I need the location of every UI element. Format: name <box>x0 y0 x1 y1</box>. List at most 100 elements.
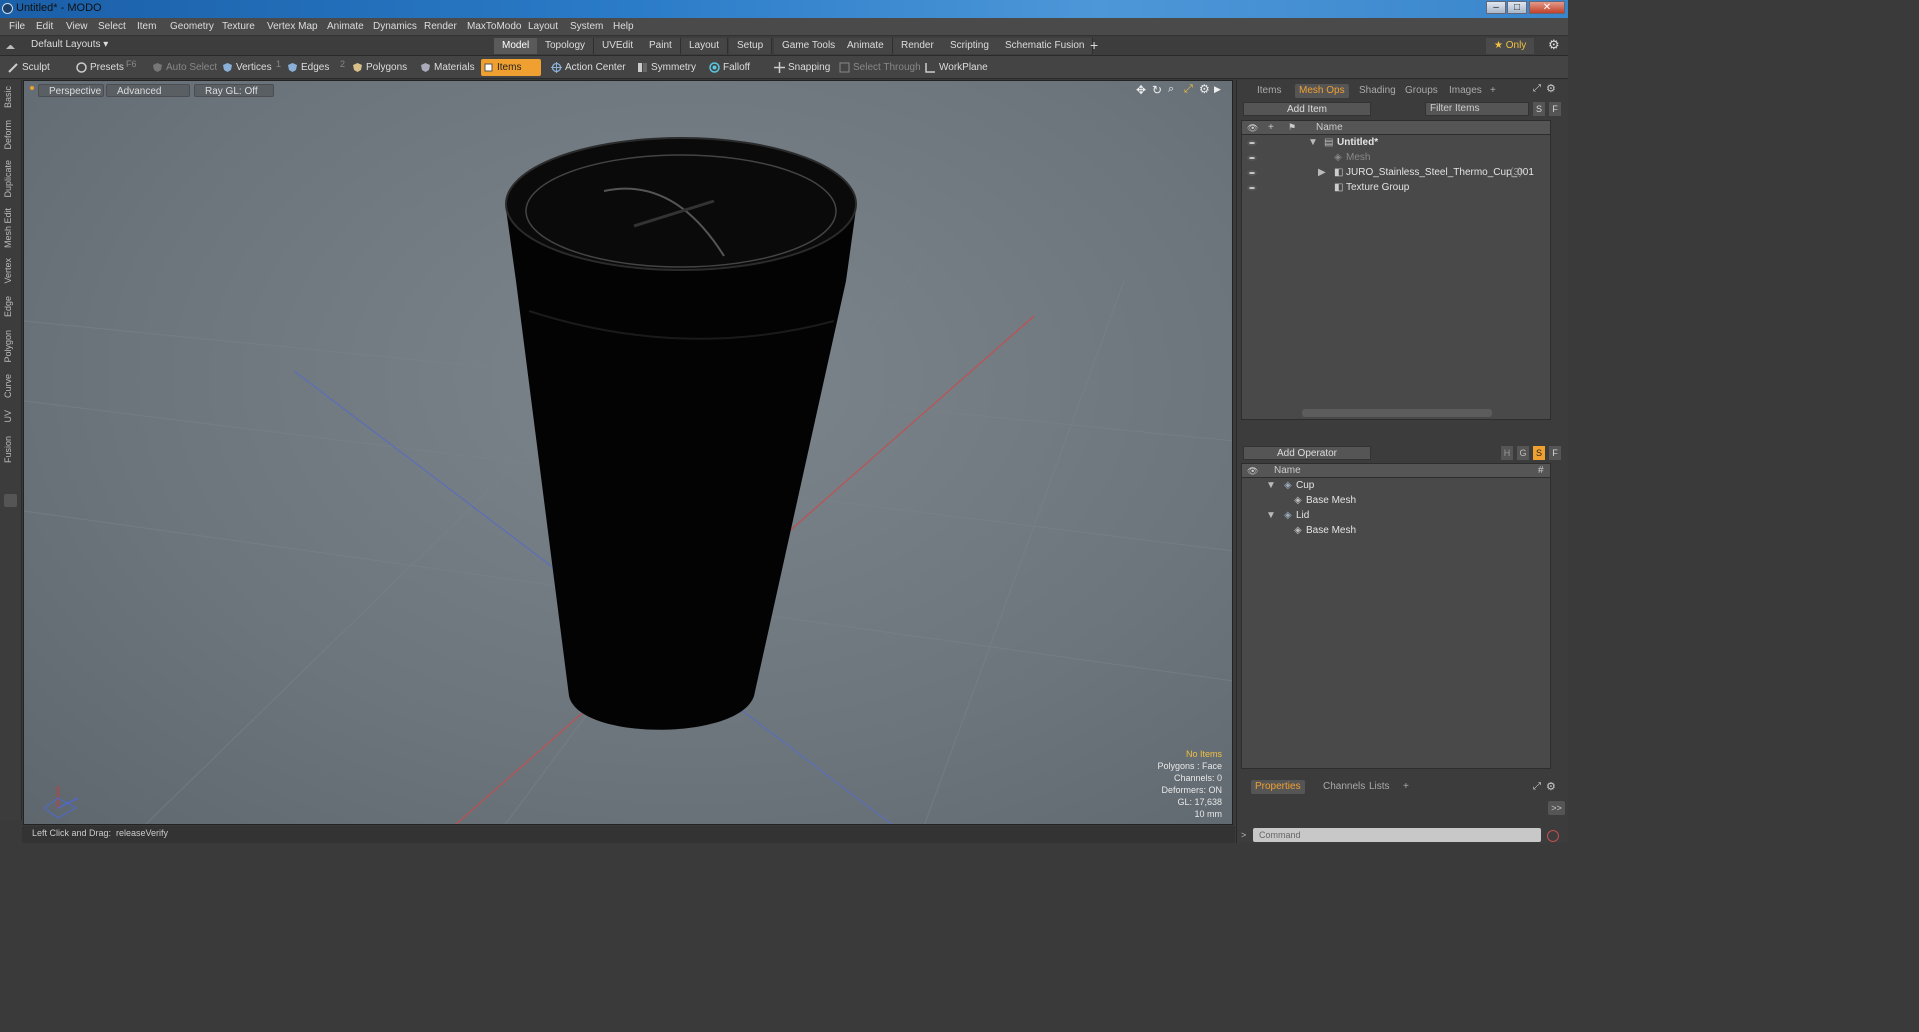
menu-texture[interactable]: Texture <box>222 21 255 32</box>
expand-more-button[interactable]: >> <box>1548 801 1565 815</box>
menu-dynamics[interactable]: Dynamics <box>373 21 417 32</box>
symmetry-button[interactable]: Symmetry <box>635 59 696 76</box>
menu-maxtomodo[interactable]: MaxToModo <box>467 21 521 32</box>
command-input[interactable]: Command <box>1253 828 1541 842</box>
raygl-dropdown[interactable]: Ray GL: Off <box>194 84 274 97</box>
add-operator-dropdown[interactable]: Add Operator <box>1243 446 1371 460</box>
vtab-uv[interactable]: UV <box>3 410 17 423</box>
op-row-base-mesh-lid[interactable]: ◈ Base Mesh <box>1242 524 1550 538</box>
menu-geometry[interactable]: Geometry <box>170 21 214 32</box>
action-center-button[interactable]: Action Center <box>549 59 626 76</box>
items-button[interactable]: Items <box>481 59 541 76</box>
strip-toggle-icon[interactable] <box>4 494 17 507</box>
tab-animate[interactable]: Animate <box>839 38 893 54</box>
op-row-base-mesh-cup[interactable]: ◈ Base Mesh <box>1242 494 1550 508</box>
close-button[interactable]: ✕ <box>1529 1 1565 14</box>
3d-viewport[interactable]: Perspective Advanced Ray GL: Off ✥ ↻ ⌕ ⤢… <box>23 80 1233 825</box>
op-s-button[interactable]: S <box>1533 446 1545 460</box>
viewport-gear-icon[interactable]: ⚙ <box>1199 82 1210 96</box>
menu-animate[interactable]: Animate <box>327 21 364 32</box>
tab-shading[interactable]: Shading <box>1355 84 1400 98</box>
tab-uvedit[interactable]: UVEdit <box>594 38 643 54</box>
expand-arrow-icon[interactable]: ▼ <box>1266 509 1276 523</box>
op-g-button[interactable]: G <box>1517 446 1529 460</box>
tab-lists[interactable]: Lists <box>1365 780 1394 794</box>
menu-view[interactable]: View <box>66 21 88 32</box>
polygons-button[interactable]: Polygons <box>350 59 407 76</box>
item-row-mesh[interactable]: ◈ Mesh <box>1242 151 1550 165</box>
vtab-polygon[interactable]: Polygon <box>3 330 17 363</box>
tab-groups[interactable]: Groups <box>1401 84 1442 98</box>
tab-items[interactable]: Items <box>1253 84 1285 98</box>
layout-collapse-icon[interactable] <box>6 40 15 49</box>
bottom-expand-icon[interactable]: ⤢ <box>1533 781 1541 792</box>
perspective-dropdown[interactable]: Perspective <box>38 84 104 97</box>
eye-icon[interactable] <box>1247 185 1257 191</box>
menu-edit[interactable]: Edit <box>36 21 53 32</box>
eye-icon[interactable] <box>1247 155 1257 161</box>
op-row-lid[interactable]: ▼ ◈ Lid <box>1242 509 1550 523</box>
tab-mesh-ops[interactable]: Mesh Ops <box>1295 84 1349 98</box>
tab-channels[interactable]: Channels <box>1319 780 1369 794</box>
zoom-view-icon[interactable]: ⌕ <box>1168 83 1174 96</box>
vtab-edge[interactable]: Edge <box>3 296 17 317</box>
filter-items-input[interactable]: Filter Items <box>1425 102 1529 116</box>
vertices-button[interactable]: Vertices <box>220 59 272 76</box>
op-h-button[interactable]: H <box>1501 446 1513 460</box>
fit-view-icon[interactable]: ⤢ <box>1184 83 1193 96</box>
tab-images[interactable]: Images <box>1445 84 1486 98</box>
vtab-basic[interactable]: Basic <box>3 86 17 108</box>
menu-help[interactable]: Help <box>613 21 634 32</box>
viewport-more-icon[interactable]: ▶ <box>1214 84 1221 95</box>
add-item-dropdown[interactable]: Add Item <box>1243 102 1371 116</box>
select-through-button[interactable]: Select Through <box>837 59 921 76</box>
op-row-cup[interactable]: ▼ ◈ Cup <box>1242 479 1550 493</box>
vtab-deform[interactable]: Deform <box>3 120 17 150</box>
record-icon[interactable] <box>1547 830 1559 842</box>
expand-arrow-icon[interactable]: ▼ <box>1266 479 1276 493</box>
vtab-curve[interactable]: Curve <box>3 374 17 398</box>
shading-dropdown[interactable]: Advanced <box>106 84 190 97</box>
collapse-arrow-icon[interactable]: ▶ <box>1318 166 1326 180</box>
vtab-duplicate[interactable]: Duplicate <box>3 160 17 198</box>
panel-gear-icon[interactable]: ⚙ <box>1546 82 1556 95</box>
tab-add-bottom[interactable]: + <box>1399 780 1413 794</box>
auto-select-button[interactable]: Auto Select <box>150 59 217 76</box>
gear-icon[interactable]: ⚙ <box>1548 37 1560 53</box>
rotate-view-icon[interactable]: ↻ <box>1152 83 1162 97</box>
tab-add[interactable]: + <box>1486 84 1500 98</box>
vtab-fusion[interactable]: Fusion <box>3 436 17 463</box>
bottom-gear-icon[interactable]: ⚙ <box>1546 780 1556 793</box>
tab-scripting[interactable]: Scripting <box>942 38 998 54</box>
item-list[interactable]: 👁 + ⚑ Name ▼ ▤ Untitled* ◈ Mesh ▶ ◧ JURO… <box>1241 120 1551 420</box>
tab-game-tools[interactable]: Game Tools <box>774 38 845 54</box>
tab-layout[interactable]: Layout <box>681 38 729 54</box>
tab-properties[interactable]: Properties <box>1251 780 1305 794</box>
eye-icon[interactable] <box>1247 140 1257 146</box>
add-tab-icon[interactable]: + <box>1090 37 1098 53</box>
filter-f-button[interactable]: F <box>1549 102 1561 116</box>
snapping-button[interactable]: Snapping <box>772 59 830 76</box>
menu-select[interactable]: Select <box>98 21 126 32</box>
item-row-thermo-cup[interactable]: ▶ ◧ JURO_Stainless_Steel_Thermo_Cup_001 … <box>1242 166 1550 180</box>
only-toggle[interactable]: ★ Only <box>1486 38 1535 54</box>
vtab-vertex[interactable]: Vertex <box>3 258 17 284</box>
maximize-button[interactable]: □ <box>1507 1 1527 14</box>
tab-render[interactable]: Render <box>893 38 943 54</box>
sculpt-button[interactable]: Sculpt <box>6 59 50 76</box>
filter-s-button[interactable]: S <box>1533 102 1545 116</box>
menu-vertex-map[interactable]: Vertex Map <box>267 21 318 32</box>
operator-list[interactable]: 👁 Name # ▼ ◈ Cup ◈ Base Mesh ▼ ◈ Lid ◈ B… <box>1241 463 1551 769</box>
item-row-untitled[interactable]: ▼ ▤ Untitled* <box>1242 136 1550 150</box>
edges-button[interactable]: Edges <box>285 59 329 76</box>
minimize-button[interactable]: – <box>1486 1 1506 14</box>
item-list-hscrollbar[interactable] <box>1302 409 1492 417</box>
default-layouts-dropdown[interactable]: Default Layouts ▾ <box>31 39 108 50</box>
menu-render[interactable]: Render <box>424 21 457 32</box>
materials-button[interactable]: Materials <box>418 59 475 76</box>
menu-item[interactable]: Item <box>137 21 156 32</box>
expand-panel-icon[interactable]: ⤢ <box>1533 83 1541 94</box>
menu-file[interactable]: File <box>9 21 25 32</box>
tab-topology[interactable]: Topology <box>537 38 595 54</box>
tab-model[interactable]: Model <box>494 38 539 54</box>
